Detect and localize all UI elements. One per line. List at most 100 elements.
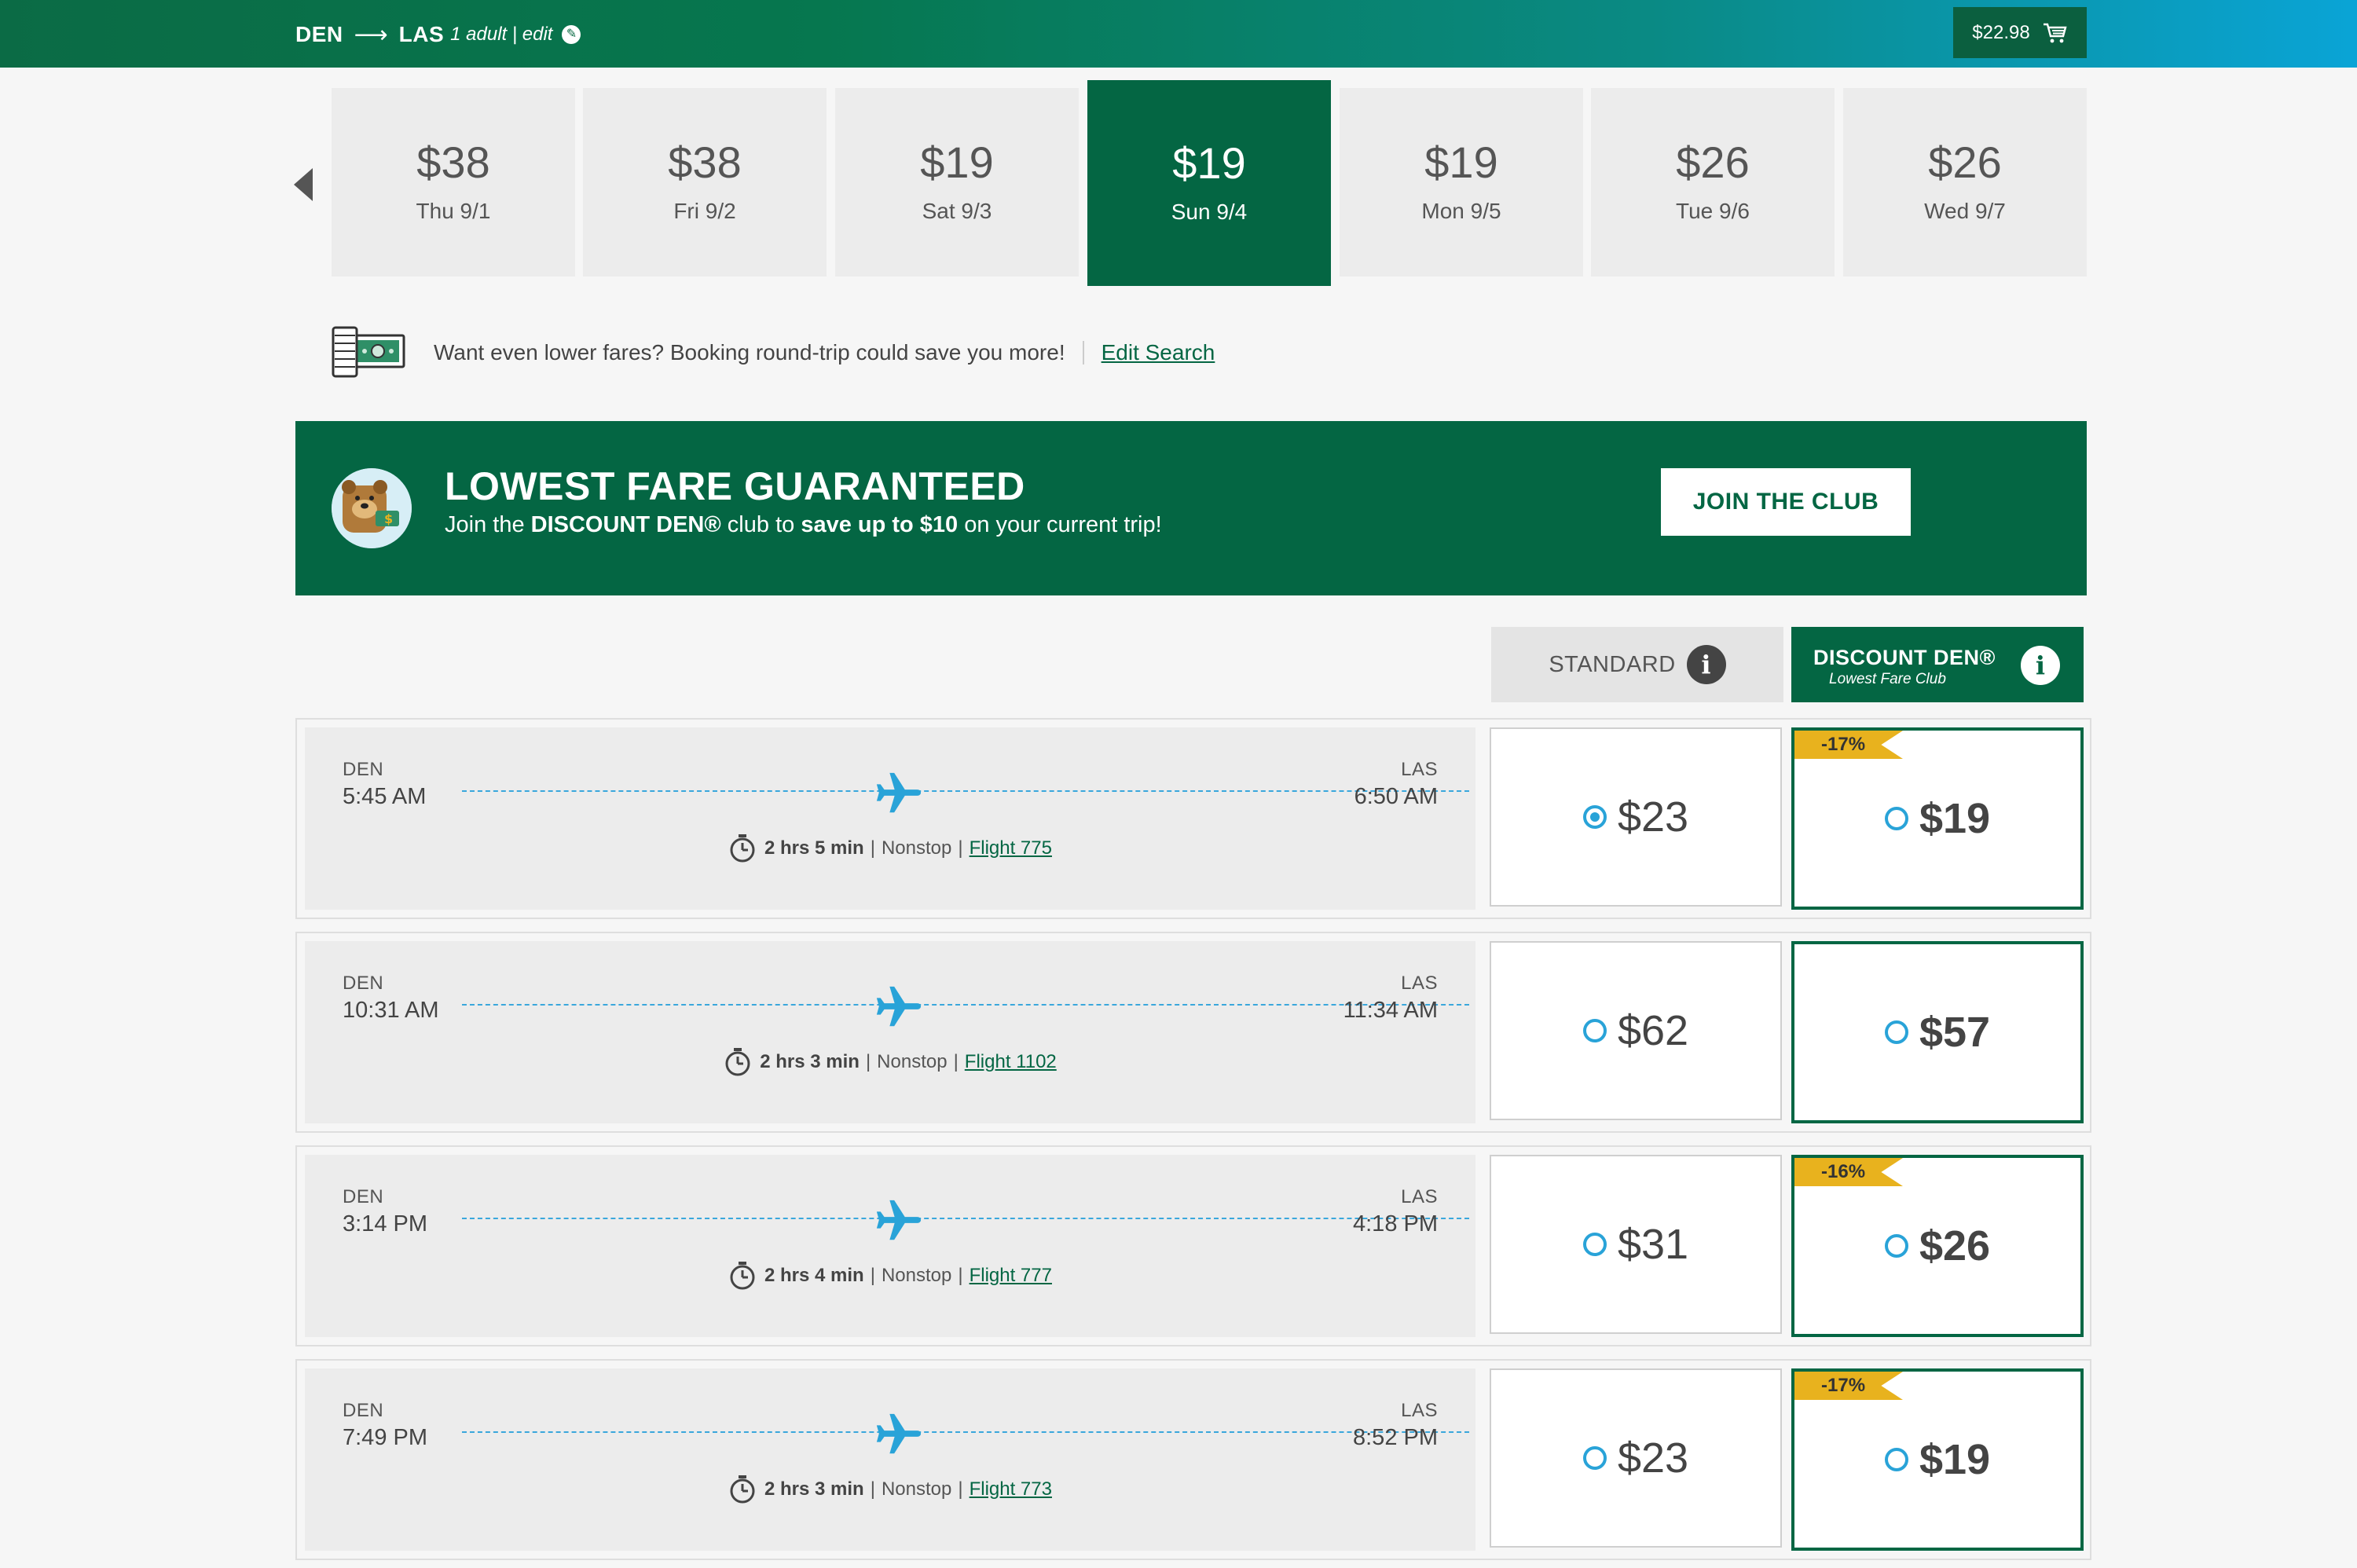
standard-fare-option[interactable]: $62	[1490, 941, 1782, 1120]
stops-label: Nonstop	[881, 1265, 952, 1286]
fare-radio[interactable]	[1582, 1446, 1607, 1470]
date-price: $38	[668, 137, 742, 187]
date-label: Fri 9/2	[673, 199, 736, 223]
chevron-left-icon[interactable]	[292, 167, 316, 203]
flight-meta: 2 hrs 3 min | Nonstop | Flight 1102	[305, 1046, 1475, 1078]
info-icon[interactable]: i	[2021, 646, 2060, 685]
date-label: Sun 9/4	[1171, 200, 1248, 224]
flight-number-link[interactable]: Flight 775	[970, 837, 1052, 859]
standard-fare-price: $23	[1617, 1434, 1689, 1482]
flight-number-link[interactable]: Flight 777	[970, 1265, 1052, 1287]
passenger-edit-link[interactable]: 1 adult | edit	[450, 24, 552, 46]
fare-radio[interactable]	[1582, 1233, 1607, 1256]
stops-label: Nonstop	[877, 1051, 948, 1072]
date-tile[interactable]: $38 Fri 9/2	[583, 88, 827, 277]
date-label: Tue 9/6	[1676, 199, 1750, 223]
meta-separator: |	[870, 1478, 875, 1500]
discount-fare-price: $26	[1919, 1222, 1991, 1269]
meta-separator: |	[958, 837, 963, 859]
fare-radio[interactable]	[1884, 1020, 1908, 1044]
date-price: $26	[1676, 137, 1750, 187]
info-icon[interactable]: i	[1686, 645, 1726, 684]
destination-code: LAS	[1401, 759, 1438, 780]
flight-number-link[interactable]: Flight 1102	[965, 1051, 1057, 1073]
meta-separator: |	[958, 1265, 963, 1286]
banner-sub-savings: save up to $10	[801, 512, 959, 537]
arrival-time: 11:34 AM	[1343, 998, 1438, 1023]
stopwatch-icon	[728, 833, 757, 863]
date-tile[interactable]: $19 Mon 9/5	[1340, 88, 1583, 277]
svg-text:$: $	[384, 511, 393, 526]
discount-fare-option[interactable]: $57	[1791, 941, 2084, 1123]
date-tile[interactable]: $38 Thu 9/1	[332, 88, 575, 277]
fare-radio[interactable]	[1582, 1019, 1607, 1042]
stopwatch-icon	[728, 1261, 757, 1291]
flight-details: DEN 7:49 PM LAS 8:52 PM 2 hrs 3 min | Nonstop |…	[305, 1368, 1475, 1551]
standard-fare-label: STANDARD	[1549, 651, 1676, 677]
stops-label: Nonstop	[881, 1478, 952, 1500]
airplane-icon	[874, 982, 922, 1031]
pencil-icon[interactable]: ✎	[562, 25, 581, 44]
date-tile[interactable]: $19 Sun 9/4	[1087, 80, 1331, 286]
route-line	[462, 1431, 1469, 1433]
discount-den-sublabel: Lowest Fare Club	[1829, 671, 1946, 687]
cart-icon	[2043, 23, 2067, 42]
banner-sub-text: Join the	[445, 512, 531, 537]
departure-time: 10:31 AM	[343, 998, 439, 1023]
stops-label: Nonstop	[881, 837, 952, 859]
date-tile[interactable]: $19 Sat 9/3	[835, 88, 1079, 277]
meta-separator: |	[870, 1265, 875, 1286]
cart-button[interactable]: $22.98	[1953, 7, 2087, 58]
flight-details: DEN 3:14 PM LAS 4:18 PM 2 hrs 4 min | Nonstop |…	[305, 1155, 1475, 1337]
standard-fare-option[interactable]: $23	[1490, 1368, 1782, 1548]
flight-row: DEN 5:45 AM LAS 6:50 AM 2 hrs 5 min | Nonstop |…	[295, 718, 2091, 919]
cash-coins-icon	[332, 326, 405, 378]
destination-code: LAS	[1401, 1400, 1438, 1421]
origin-code: DEN	[343, 1186, 384, 1207]
flight-details: DEN 5:45 AM LAS 6:50 AM 2 hrs 5 min | Nonstop |…	[305, 727, 1475, 910]
flight-row: DEN 10:31 AM LAS 11:34 AM 2 hrs 3 min | Nonsto…	[295, 932, 2091, 1133]
route-line	[462, 790, 1469, 792]
stopwatch-icon	[728, 1475, 757, 1504]
discount-den-label: DISCOUNT DEN®	[1813, 646, 1996, 669]
date-label: Mon 9/5	[1421, 199, 1501, 223]
meta-separator: |	[870, 837, 875, 859]
fare-radio[interactable]	[1582, 805, 1607, 829]
arrival-time: 8:52 PM	[1353, 1425, 1438, 1450]
date-price: $19	[1172, 138, 1246, 188]
date-tile[interactable]: $26 Wed 9/7	[1843, 88, 2087, 277]
fare-radio[interactable]	[1884, 807, 1908, 830]
discount-fare-price: $19	[1919, 1436, 1991, 1483]
fare-radio[interactable]	[1884, 1448, 1908, 1471]
discount-fare-price: $57	[1919, 1009, 1991, 1056]
airplane-icon	[874, 1409, 922, 1458]
standard-fare-price: $31	[1617, 1221, 1689, 1268]
route-summary[interactable]: DEN ⟶ LAS 1 adult | edit ✎	[295, 17, 581, 52]
arrival-time: 4:18 PM	[1353, 1211, 1438, 1236]
date-label: Thu 9/1	[416, 199, 491, 223]
standard-fare-option[interactable]: $31	[1490, 1155, 1782, 1334]
flight-number-link[interactable]: Flight 773	[970, 1478, 1052, 1500]
discount-fare-option[interactable]: -17% $19	[1791, 727, 2084, 910]
promo-text: Want even lower fares? Booking round-tri…	[434, 340, 1065, 365]
discount-badge: -17%	[1794, 1372, 1903, 1400]
departure-time: 3:14 PM	[343, 1211, 427, 1236]
flight-duration: 2 hrs 3 min	[760, 1051, 860, 1072]
fare-radio[interactable]	[1884, 1234, 1908, 1258]
bear-mascot-icon: $	[332, 468, 412, 548]
origin-code: DEN	[343, 1400, 384, 1421]
standard-fare-option[interactable]: $23	[1490, 727, 1782, 907]
banner-sub-text: on your current trip!	[958, 512, 1162, 537]
promo-divider	[1082, 341, 1084, 365]
banner-sub-brand: DISCOUNT DEN®	[530, 512, 721, 537]
discount-fare-option[interactable]: -17% $19	[1791, 1368, 2084, 1551]
date-tile[interactable]: $26 Tue 9/6	[1591, 88, 1835, 277]
date-price: $19	[1424, 137, 1498, 187]
discount-badge: -17%	[1794, 731, 1903, 759]
banner-sub-text: club to	[720, 512, 801, 537]
edit-search-link[interactable]: Edit Search	[1102, 340, 1215, 365]
origin-code: DEN	[295, 22, 343, 46]
join-club-button[interactable]: JOIN THE CLUB	[1661, 468, 1911, 536]
flight-duration: 2 hrs 4 min	[764, 1265, 864, 1286]
discount-fare-option[interactable]: -16% $26	[1791, 1155, 2084, 1337]
